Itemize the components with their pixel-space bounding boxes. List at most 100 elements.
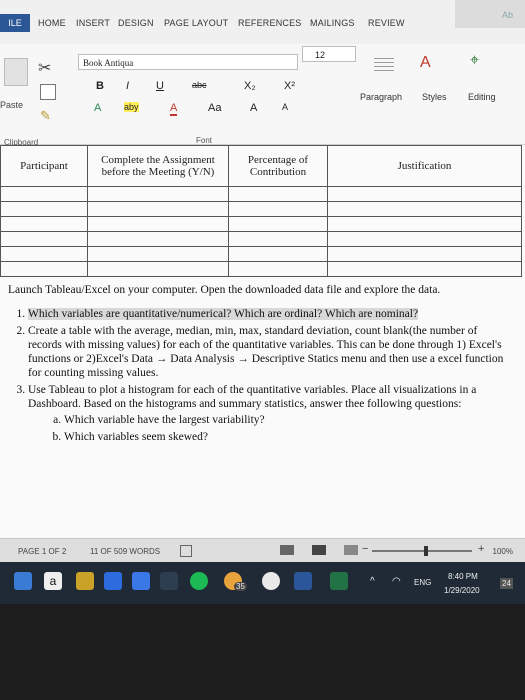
zoom-slider[interactable] bbox=[372, 546, 472, 556]
notification-center-icon[interactable]: 24 bbox=[500, 578, 513, 589]
table-cell[interactable] bbox=[87, 216, 229, 232]
table-row bbox=[0, 246, 522, 262]
table-cell[interactable] bbox=[228, 201, 328, 217]
italic-button[interactable]: I bbox=[126, 80, 129, 92]
table-header-row: Participant Complete the Assignment befo… bbox=[0, 145, 522, 187]
table-cell[interactable] bbox=[0, 201, 88, 217]
table-cell[interactable] bbox=[327, 216, 522, 232]
styles-group-label[interactable]: Styles bbox=[422, 92, 447, 102]
table-cell[interactable] bbox=[327, 201, 522, 217]
font-name-dropdown[interactable]: Book Antiqua bbox=[78, 54, 298, 70]
spotify-icon[interactable] bbox=[190, 572, 208, 590]
table-cell[interactable] bbox=[327, 231, 522, 247]
tab-insert[interactable]: INSERT bbox=[76, 18, 110, 28]
tab-file[interactable]: ILE bbox=[0, 14, 30, 32]
copy-icon[interactable] bbox=[40, 84, 56, 100]
window-corner: Ab bbox=[455, 0, 525, 28]
highlight-button[interactable]: aby bbox=[124, 102, 139, 112]
table-cell[interactable] bbox=[87, 186, 229, 202]
table-cell[interactable] bbox=[87, 231, 229, 247]
header-complete-assignment: Complete the Assignment before the Meeti… bbox=[87, 145, 229, 187]
font-color-button[interactable]: A bbox=[170, 102, 178, 116]
table-cell[interactable] bbox=[228, 216, 328, 232]
table-cell[interactable] bbox=[87, 246, 229, 262]
mail-icon[interactable] bbox=[104, 572, 122, 590]
paste-label[interactable]: Paste bbox=[0, 100, 23, 110]
grow-font-button[interactable]: A bbox=[250, 102, 257, 114]
read-mode-icon[interactable] bbox=[280, 545, 294, 555]
page-count[interactable]: PAGE 1 OF 2 bbox=[18, 547, 66, 556]
document-page[interactable]: Participant Complete the Assignment befo… bbox=[0, 145, 525, 538]
shrink-font-button[interactable]: A bbox=[282, 102, 288, 112]
table-row bbox=[0, 216, 522, 232]
header-participant: Participant bbox=[0, 145, 88, 187]
tray-chevron-icon[interactable]: ^ bbox=[370, 576, 375, 587]
tab-design[interactable]: DESIGN bbox=[118, 18, 154, 28]
excel-icon[interactable] bbox=[330, 572, 348, 590]
table-cell[interactable] bbox=[228, 186, 328, 202]
subscript-button[interactable]: X₂ bbox=[244, 80, 256, 92]
ribbon-tabs: ILE HOME INSERT DESIGN PAGE LAYOUT REFER… bbox=[0, 0, 525, 45]
windows-taskbar: a 35 ^ ◠ ENG 8:40 PM 1/29/2020 24 bbox=[0, 562, 525, 604]
change-case-button[interactable]: Aa bbox=[208, 102, 221, 114]
table-cell[interactable] bbox=[327, 261, 522, 277]
tab-review[interactable]: REVIEW bbox=[368, 18, 405, 28]
zoom-level[interactable]: 100% bbox=[493, 547, 513, 556]
list-item: Which variables are quantitative/numeric… bbox=[28, 307, 513, 321]
proofing-icon[interactable] bbox=[180, 545, 192, 557]
strikethrough-button[interactable]: abc bbox=[192, 80, 207, 90]
start-icon[interactable] bbox=[14, 572, 32, 590]
list-item-text: Create a table with the average, median,… bbox=[28, 325, 504, 379]
clock-time[interactable]: 8:40 PM bbox=[448, 572, 478, 581]
table-cell[interactable] bbox=[0, 231, 88, 247]
tab-mailings[interactable]: MAILINGS bbox=[310, 18, 355, 28]
zoom-out-icon[interactable]: − bbox=[362, 543, 368, 555]
table-row bbox=[0, 261, 522, 277]
styles-icon[interactable]: A bbox=[420, 54, 431, 72]
table-cell[interactable] bbox=[87, 261, 229, 277]
amazon-icon[interactable]: a bbox=[44, 572, 62, 590]
language-indicator[interactable]: ENG bbox=[414, 578, 431, 587]
table-cell[interactable] bbox=[228, 246, 328, 262]
zoom-slider-knob[interactable] bbox=[424, 546, 428, 556]
clock-date[interactable]: 1/29/2020 bbox=[444, 586, 480, 595]
paste-icon[interactable] bbox=[4, 58, 28, 86]
table-cell[interactable] bbox=[327, 186, 522, 202]
store-icon[interactable] bbox=[132, 572, 150, 590]
zoom-in-icon[interactable]: + bbox=[478, 543, 484, 555]
table-cell[interactable] bbox=[0, 246, 88, 262]
wifi-icon[interactable]: ◠ bbox=[392, 576, 401, 587]
bold-button[interactable]: B bbox=[96, 80, 104, 92]
list-item: Which variable have the largest variabil… bbox=[64, 413, 513, 427]
underline-button[interactable]: U bbox=[156, 80, 164, 92]
settings-icon[interactable] bbox=[160, 572, 178, 590]
table-cell[interactable] bbox=[0, 216, 88, 232]
table-cell[interactable] bbox=[0, 186, 88, 202]
paragraph-icon[interactable] bbox=[374, 58, 394, 74]
table-cell[interactable] bbox=[87, 201, 229, 217]
table-cell[interactable] bbox=[0, 261, 88, 277]
font-size-dropdown[interactable]: 12 bbox=[302, 46, 356, 62]
table-cell[interactable] bbox=[228, 261, 328, 277]
word-icon[interactable] bbox=[294, 572, 312, 590]
monitor-bezel bbox=[0, 604, 525, 700]
table-cell[interactable] bbox=[327, 246, 522, 262]
table-cell[interactable] bbox=[228, 231, 328, 247]
editing-group-label[interactable]: Editing bbox=[468, 92, 496, 102]
file-explorer-icon[interactable] bbox=[76, 572, 94, 590]
cut-icon[interactable]: ✂ bbox=[38, 58, 51, 78]
word-count[interactable]: 11 OF 509 WORDS bbox=[90, 547, 160, 556]
tab-page-layout[interactable]: PAGE LAYOUT bbox=[164, 18, 228, 28]
tab-home[interactable]: HOME bbox=[38, 18, 66, 28]
superscript-button[interactable]: X² bbox=[284, 80, 295, 92]
chrome-icon[interactable] bbox=[262, 572, 280, 590]
print-layout-icon[interactable] bbox=[312, 545, 326, 555]
text-effects-button[interactable]: A bbox=[94, 102, 101, 114]
header-justification: Justification bbox=[327, 145, 522, 187]
corner-text: Ab bbox=[501, 10, 513, 20]
tab-references[interactable]: REFERENCES bbox=[238, 18, 302, 28]
format-painter-icon[interactable]: ✎ bbox=[40, 108, 51, 124]
web-layout-icon[interactable] bbox=[344, 545, 358, 555]
editing-icon[interactable]: ⌖ bbox=[470, 52, 479, 70]
paragraph-group-label[interactable]: Paragraph bbox=[360, 92, 402, 102]
